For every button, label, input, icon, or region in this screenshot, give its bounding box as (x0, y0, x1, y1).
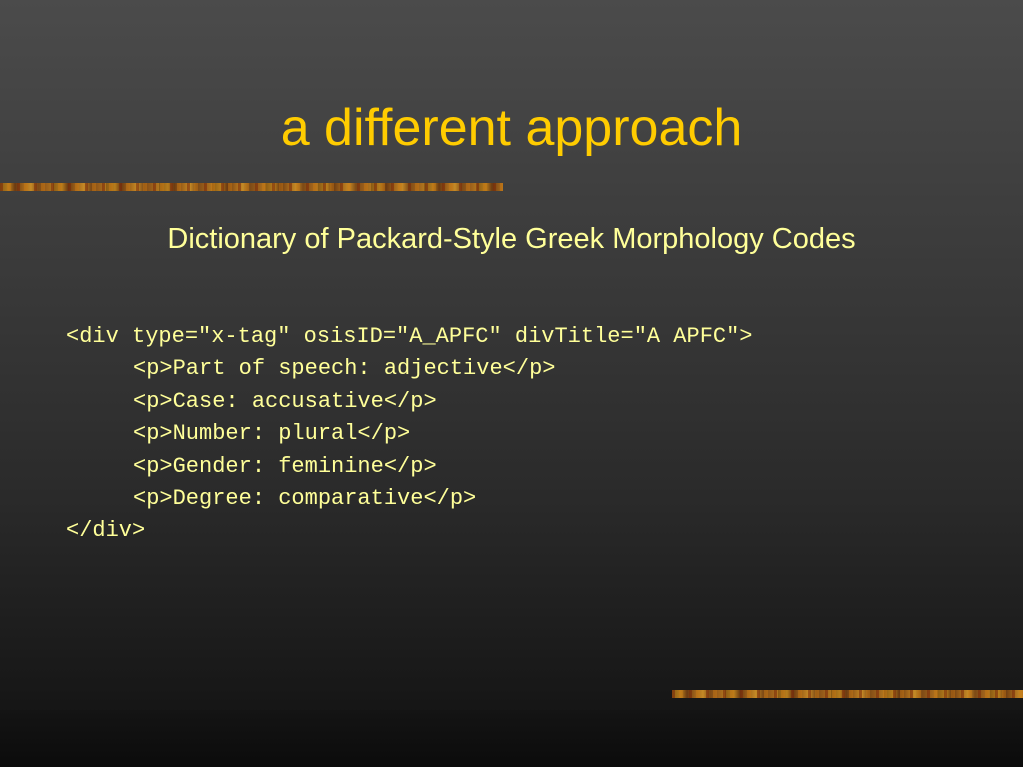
slide-subtitle: Dictionary of Packard-Style Greek Morpho… (167, 223, 856, 255)
code-line-close-div: </div> (66, 518, 146, 544)
code-line-gender: <p>Gender: feminine</p> (133, 453, 437, 479)
code-line-case: <p>Case: accusative</p> (133, 388, 437, 414)
slide-title: a different approach (280, 99, 743, 157)
bottom-band (0, 710, 1023, 767)
code-line-open-div: <div type="x-tag" osisID="A_APFC" divTit… (66, 324, 753, 349)
code-line-degree: <p>Degree: comparative</p> (133, 486, 477, 512)
decorative-bar-bottom (672, 690, 1023, 698)
code-line-number: <p>Number: plural</p> (133, 421, 411, 447)
decorative-bar-top (0, 183, 503, 191)
code-block: <div type="x-tag" osisID="A_APFC" divTit… (66, 321, 753, 548)
code-line-part-of-speech: <p>Part of speech: adjective</p> (133, 356, 556, 382)
